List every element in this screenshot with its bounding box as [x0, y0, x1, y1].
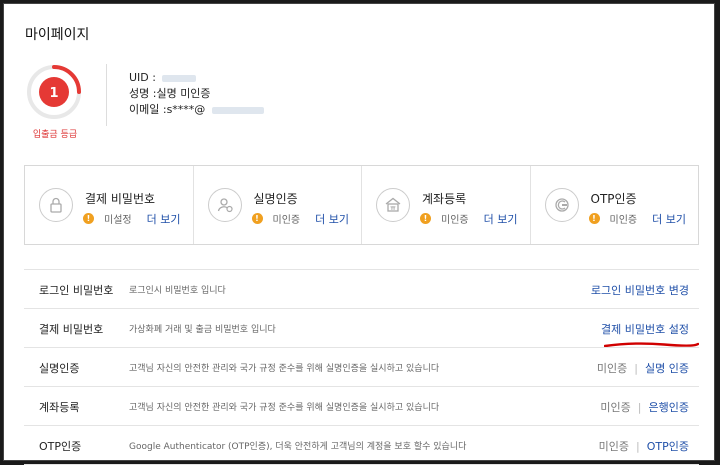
table-row-otp: OTP인증 Google Authenticator (OTP인증), 더욱 안… [24, 425, 699, 465]
otp-verify-link[interactable]: OTP인증 [647, 440, 689, 453]
row-name: OTP인증 [39, 440, 82, 453]
more-link[interactable]: 더 보기 [147, 211, 181, 227]
uid-label: UID : [129, 71, 156, 84]
separator: | [634, 362, 639, 375]
card-title: 실명인증 [253, 192, 298, 206]
email-value: s****@ [166, 103, 206, 116]
card-status: ! 미설정 [83, 211, 132, 226]
card-title: 계좌등록 [422, 192, 467, 206]
profile-name: 성명 :실명 미인증 [129, 86, 264, 102]
user-check-icon [207, 188, 242, 222]
set-payment-password-link[interactable]: 결제 비밀번호 설정 [601, 323, 689, 336]
otp-icon [544, 188, 579, 222]
name-value: 실명 미인증 [156, 87, 211, 100]
card-otp: OTP인증 ! 미인증 더 보기 [531, 166, 699, 244]
table-row-real-name: 실명인증 고객님 자신의 안전한 관리와 국가 규정 준수를 위해 실명인증을 … [24, 347, 699, 386]
table-row-account: 계좌등록 고객님 자신의 안전한 관리와 국가 규정 준수를 위해 실명인증을 … [24, 386, 699, 425]
card-account: ₩ 계좌등록 ! 미인증 더 보기 [362, 166, 531, 244]
name-label: 성명 : [129, 87, 157, 100]
lock-icon [39, 188, 73, 222]
level-value: 1 [49, 86, 58, 101]
card-status: ! 미인증 [420, 211, 469, 226]
card-status-text: 미인증 [609, 215, 638, 226]
separator: | [636, 440, 640, 453]
change-login-password-link[interactable]: 로그인 비밀번호 변경 [591, 284, 689, 297]
house-icon: ₩ [376, 188, 410, 222]
card-payment-password: 결제 비밀번호 ! 미설정 더 보기 [25, 166, 194, 244]
warning-icon: ! [251, 213, 263, 224]
profile-email: 이메일 :s****@ [129, 102, 264, 118]
more-link[interactable]: 더 보기 [484, 211, 518, 227]
divider [106, 64, 107, 126]
row-status: 미인증 [600, 401, 631, 414]
card-real-name: 실명인증 ! 미인증 더 보기 [194, 166, 362, 244]
mypage-panel: 마이페이지 1 입출금 등급 UID : 성명 :실명 미인증 이메일 :s**… [3, 3, 715, 465]
uid-masked-value [162, 74, 197, 82]
security-settings-table: 로그인 비밀번호 로그인시 비밀번호 입니다 로그인 비밀번호 변경 결제 비밀… [24, 269, 699, 465]
profile-info: UID : 성명 :실명 미인증 이메일 :s****@ [129, 70, 264, 118]
card-title: 결제 비밀번호 [85, 192, 156, 206]
svg-text:₩: ₩ [391, 206, 396, 212]
row-description: 고객님 자신의 안전한 관리와 국가 규정 준수를 위해 실명인증을 실시하고 … [129, 364, 440, 374]
row-actions: 미인증 | 실명 인증 [597, 360, 689, 376]
row-name: 결제 비밀번호 [39, 323, 104, 336]
security-cards: 결제 비밀번호 ! 미설정 더 보기 실명인증 ! 미인증 더 보기 ₩ 계좌등록 … [24, 165, 699, 245]
row-actions: 미인증 | 은행인증 [600, 399, 689, 415]
row-actions: 로그인 비밀번호 변경 [591, 282, 689, 298]
level-caption: 입출금 등급 [32, 130, 78, 140]
table-row-payment-password: 결제 비밀번호 가상화폐 거래 및 출금 비밀번호 입니다 결제 비밀번호 설정 [24, 308, 699, 348]
card-status-text: 미인증 [272, 215, 301, 226]
row-name: 로그인 비밀번호 [39, 284, 114, 297]
more-link[interactable]: 더 보기 [652, 211, 686, 227]
row-description: 로그인시 비밀번호 입니다 [129, 286, 226, 296]
table-row-login-password: 로그인 비밀번호 로그인시 비밀번호 입니다 로그인 비밀번호 변경 [24, 269, 699, 308]
row-status: 미인증 [598, 440, 630, 453]
warning-icon: ! [83, 213, 94, 224]
warning-icon: ! [588, 213, 600, 224]
row-actions: 미인증 | OTP인증 [599, 438, 689, 454]
row-actions: 결제 비밀번호 설정 [601, 321, 689, 337]
card-status-text: 미설정 [104, 215, 132, 226]
row-status: 미인증 [596, 362, 628, 375]
row-description: 가상화폐 거래 및 출금 비밀번호 입니다 [129, 325, 276, 335]
email-masked-value [211, 106, 264, 114]
card-status: ! 미인증 [251, 211, 301, 226]
real-name-verify-link[interactable]: 실명 인증 [645, 362, 689, 375]
row-description: Google Authenticator (OTP인증), 더욱 안전하게 고객… [129, 442, 467, 452]
warning-icon: ! [420, 213, 431, 224]
profile-uid: UID : [129, 70, 264, 86]
row-name: 실명인증 [39, 362, 80, 375]
email-label: 이메일 : [129, 103, 167, 116]
card-status: ! 미인증 [588, 211, 638, 226]
card-status-text: 미인증 [441, 215, 469, 226]
separator: | [637, 401, 642, 414]
level-ring: 1 [27, 65, 81, 119]
bank-verify-link[interactable]: 은행인증 [649, 401, 689, 414]
card-title: OTP인증 [590, 192, 637, 206]
more-link[interactable]: 더 보기 [315, 211, 349, 227]
page-title: 마이페이지 [25, 27, 90, 43]
row-name: 계좌등록 [39, 401, 80, 414]
row-description: 고객님 자신의 안전한 관리와 국가 규정 준수를 위해 실명인증을 실시하고 … [129, 403, 440, 413]
